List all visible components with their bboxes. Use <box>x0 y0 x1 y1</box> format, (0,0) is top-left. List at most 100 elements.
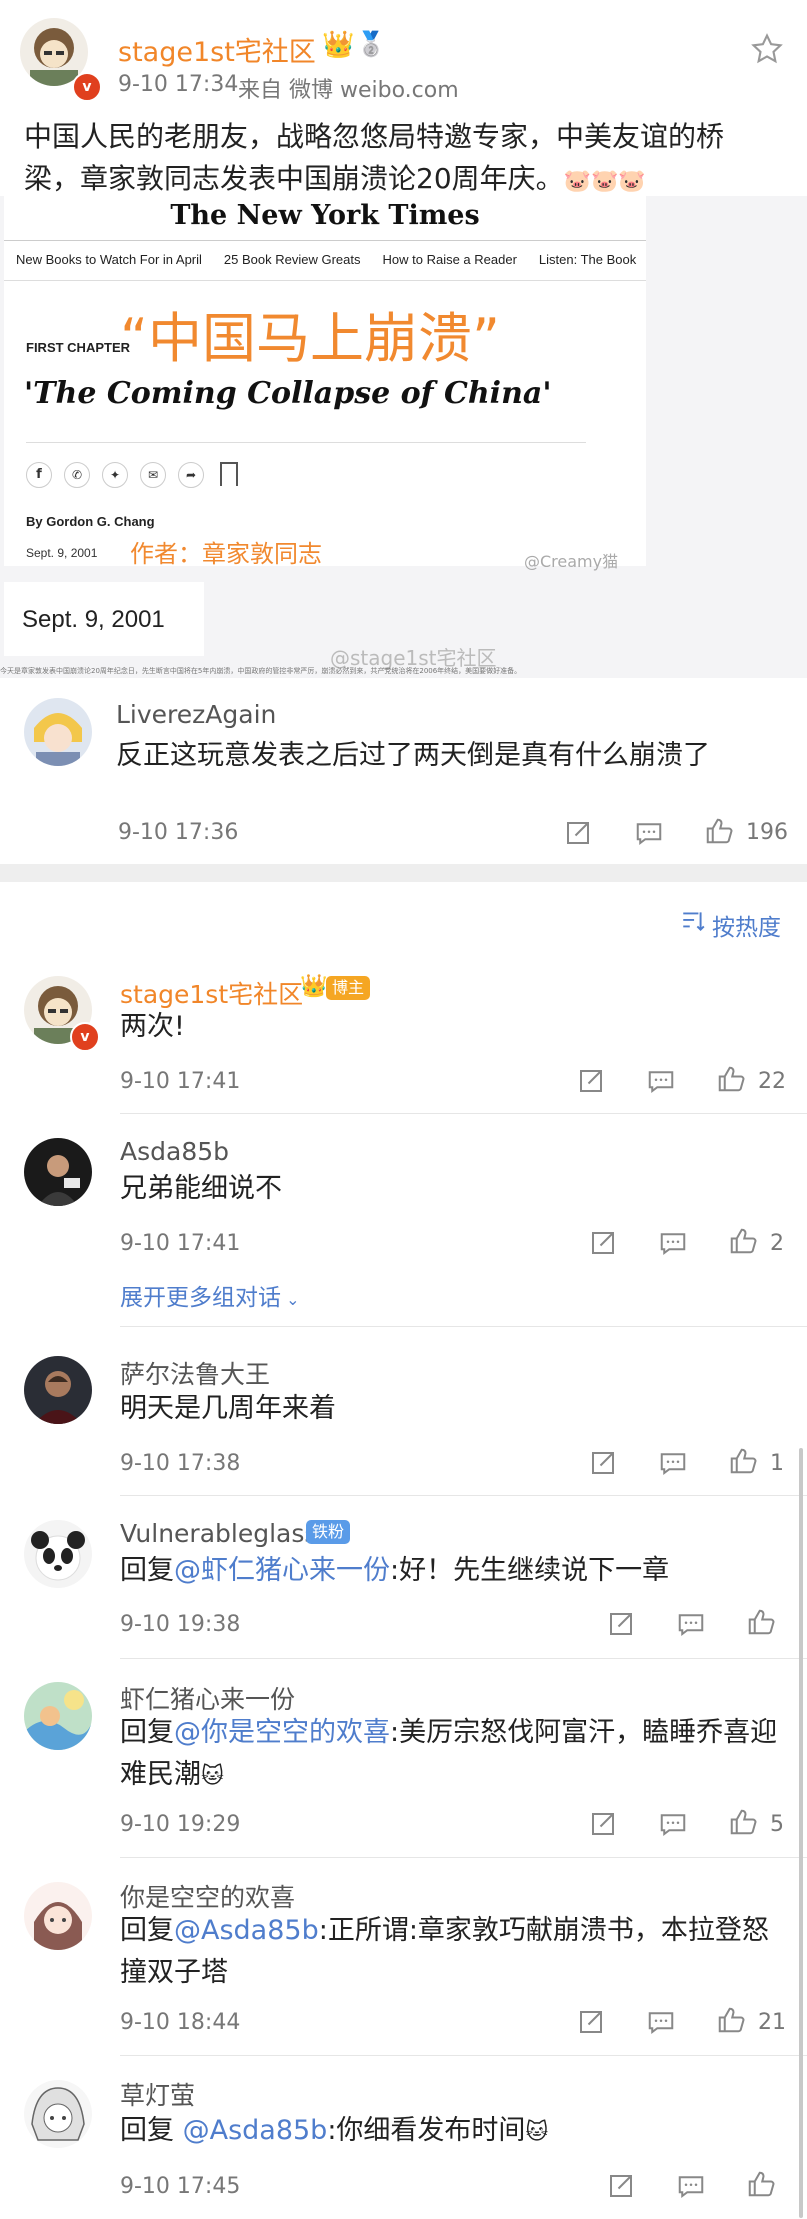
like-icon[interactable] <box>728 1807 758 1837</box>
twitter-icon[interactable]: ✦ <box>102 462 128 488</box>
divider <box>120 1857 807 1858</box>
like-icon[interactable] <box>704 816 734 846</box>
byline: By Gordon G. Chang <box>26 514 155 529</box>
comment-icon[interactable] <box>658 1228 688 1258</box>
repost-icon[interactable] <box>588 1448 618 1478</box>
repost-icon[interactable] <box>588 1228 618 1258</box>
host-badge: 博主 <box>326 976 371 1000</box>
repost-icon[interactable] <box>606 2171 636 2201</box>
like-icon[interactable] <box>716 2005 746 2035</box>
reply-text: 两次! <box>120 1011 185 1042</box>
headline: 'The Coming Collapse of China' <box>24 376 552 411</box>
repost-icon[interactable] <box>576 2007 606 2037</box>
reply-time: 9-10 17:38 <box>120 1451 241 1476</box>
divider <box>120 2055 807 2056</box>
reply-time: 9-10 17:41 <box>120 1231 241 1256</box>
comment-icon[interactable] <box>634 818 664 848</box>
reply-prefix: 回复 <box>120 1915 174 1946</box>
reply-author[interactable]: Vulnerableglass <box>120 1519 317 1548</box>
repost-icon[interactable] <box>563 818 593 848</box>
nyt-rule <box>26 442 586 443</box>
crown-icon: 👑 <box>300 974 328 999</box>
reply-time: 9-10 17:41 <box>120 1069 241 1094</box>
verified-icon: v <box>72 72 102 102</box>
cat-emoji: 🐱 <box>525 2120 549 2145</box>
reply-author[interactable]: Asda85b <box>120 1137 229 1166</box>
comment-icon[interactable] <box>676 2171 706 2201</box>
reply-author[interactable]: 萨尔法鲁大王 <box>120 1355 270 1391</box>
reply-author[interactable]: 你是空空的欢喜 <box>120 1878 295 1914</box>
expand-conversation-link[interactable]: 展开更多组对话 ⌄ <box>120 1278 300 1312</box>
nyt-page: The New York Times New Books to Watch Fo… <box>4 196 646 571</box>
mention-link[interactable]: @虾仁猪心来一份 <box>174 1555 390 1586</box>
reply-prefix: 回复 <box>120 2115 183 2146</box>
nyt-rule <box>4 240 646 241</box>
avatar[interactable] <box>24 1356 92 1424</box>
avatar[interactable] <box>24 1138 92 1206</box>
kicker: FIRST CHAPTER <box>26 340 130 355</box>
like-icon[interactable] <box>728 1446 758 1476</box>
mention-link[interactable]: @Asda85b <box>174 1915 319 1946</box>
like-icon[interactable] <box>716 1064 746 1094</box>
post-author[interactable]: stage1st宅社区 <box>118 30 316 69</box>
avatar[interactable] <box>24 698 92 766</box>
pig-emoji: 🐷🐷🐷 <box>563 169 646 194</box>
divider <box>120 1113 807 1114</box>
sort-label[interactable]: 按热度 <box>712 908 781 942</box>
like-count: 22 <box>758 1069 786 1094</box>
reply-text: 明天是几周年来着 <box>120 1393 336 1424</box>
fan-badge: 铁粉 <box>306 1520 351 1544</box>
nyt-nav-item[interactable]: 25 Book Review Greats <box>224 252 361 267</box>
avatar[interactable] <box>24 1882 92 1950</box>
comment-author[interactable]: LiverezAgain <box>116 700 276 729</box>
reply-text: 回复@你是空空的欢喜:美厉宗怒伐阿富汗，瞌睡乔喜迎难民潮🐱 <box>120 1712 790 1798</box>
like-icon[interactable] <box>746 2169 776 2199</box>
whatsapp-icon[interactable]: ✆ <box>64 462 90 488</box>
repost-icon[interactable] <box>588 1809 618 1839</box>
divider <box>120 1658 807 1659</box>
date-big: Sept. 9, 2001 <box>22 606 165 633</box>
cat-emoji: 🐱 <box>201 1764 224 1789</box>
avatar[interactable] <box>24 2080 92 2148</box>
scrollbar[interactable] <box>799 1448 803 2218</box>
post-image[interactable]: The New York Times New Books to Watch Fo… <box>0 196 807 678</box>
reply-prefix: 回复 <box>120 1555 174 1586</box>
repost-icon[interactable] <box>576 1066 606 1096</box>
reply-text: 回复@虾仁猪心来一份:好！先生继续说下一章 <box>120 1550 790 1592</box>
post-time: 9-10 17:34 <box>118 72 239 97</box>
nyt-nav-item[interactable]: How to Raise a Reader <box>383 252 517 267</box>
reply-author[interactable]: 草灯萤 <box>120 2076 195 2112</box>
repost-icon[interactable] <box>606 1609 636 1639</box>
like-count: 1 <box>770 1451 784 1476</box>
star-icon[interactable] <box>750 32 784 66</box>
expand-conversation-label: 展开更多组对话 <box>120 1285 281 1311</box>
like-count: 21 <box>758 2010 786 2035</box>
reply-text: 回复 @Asda85b:你细看发布时间🐱 <box>120 2110 790 2154</box>
nyt-nav-item[interactable]: Listen: The Book <box>539 252 636 267</box>
avatar[interactable] <box>24 1682 92 1750</box>
like-icon[interactable] <box>746 1607 776 1637</box>
comment-icon[interactable] <box>646 2007 676 2037</box>
reply-author[interactable]: 虾仁猪心来一份 <box>120 1680 295 1716</box>
mention-link[interactable]: @你是空空的欢喜 <box>174 1717 390 1748</box>
chevron-down-icon: ⌄ <box>281 1290 300 1309</box>
fine-print: 今天是章家敦发表中国崩溃论20周年纪念日，先生断言中国将在5年内崩溃，中国政府的… <box>0 667 522 675</box>
bookmark-icon[interactable] <box>220 462 238 486</box>
crown-icon: 👑 <box>322 30 355 60</box>
watermark: @Creamy猫 <box>524 552 619 571</box>
avatar[interactable] <box>24 1520 92 1588</box>
mention-link[interactable]: @Asda85b <box>183 2115 328 2146</box>
nyt-masthead: The New York Times <box>170 200 480 231</box>
comment-icon[interactable] <box>658 1809 688 1839</box>
comment-icon[interactable] <box>676 1609 706 1639</box>
post-text: 中国人民的老朋友，战略忽悠局特邀专家，中美友谊的桥梁，章家敦同志发表中国崩溃论2… <box>24 116 754 203</box>
email-icon[interactable]: ✉ <box>140 462 166 488</box>
facebook-icon[interactable]: f <box>26 462 52 488</box>
comment-icon[interactable] <box>658 1448 688 1478</box>
share-icon[interactable]: ➦ <box>178 462 204 488</box>
sort-icon[interactable] <box>680 908 706 934</box>
comment-icon[interactable] <box>646 1066 676 1096</box>
like-icon[interactable] <box>728 1226 758 1256</box>
nyt-nav-item[interactable]: New Books to Watch For in April <box>16 252 202 267</box>
reply-time: 9-10 18:44 <box>120 2010 241 2035</box>
